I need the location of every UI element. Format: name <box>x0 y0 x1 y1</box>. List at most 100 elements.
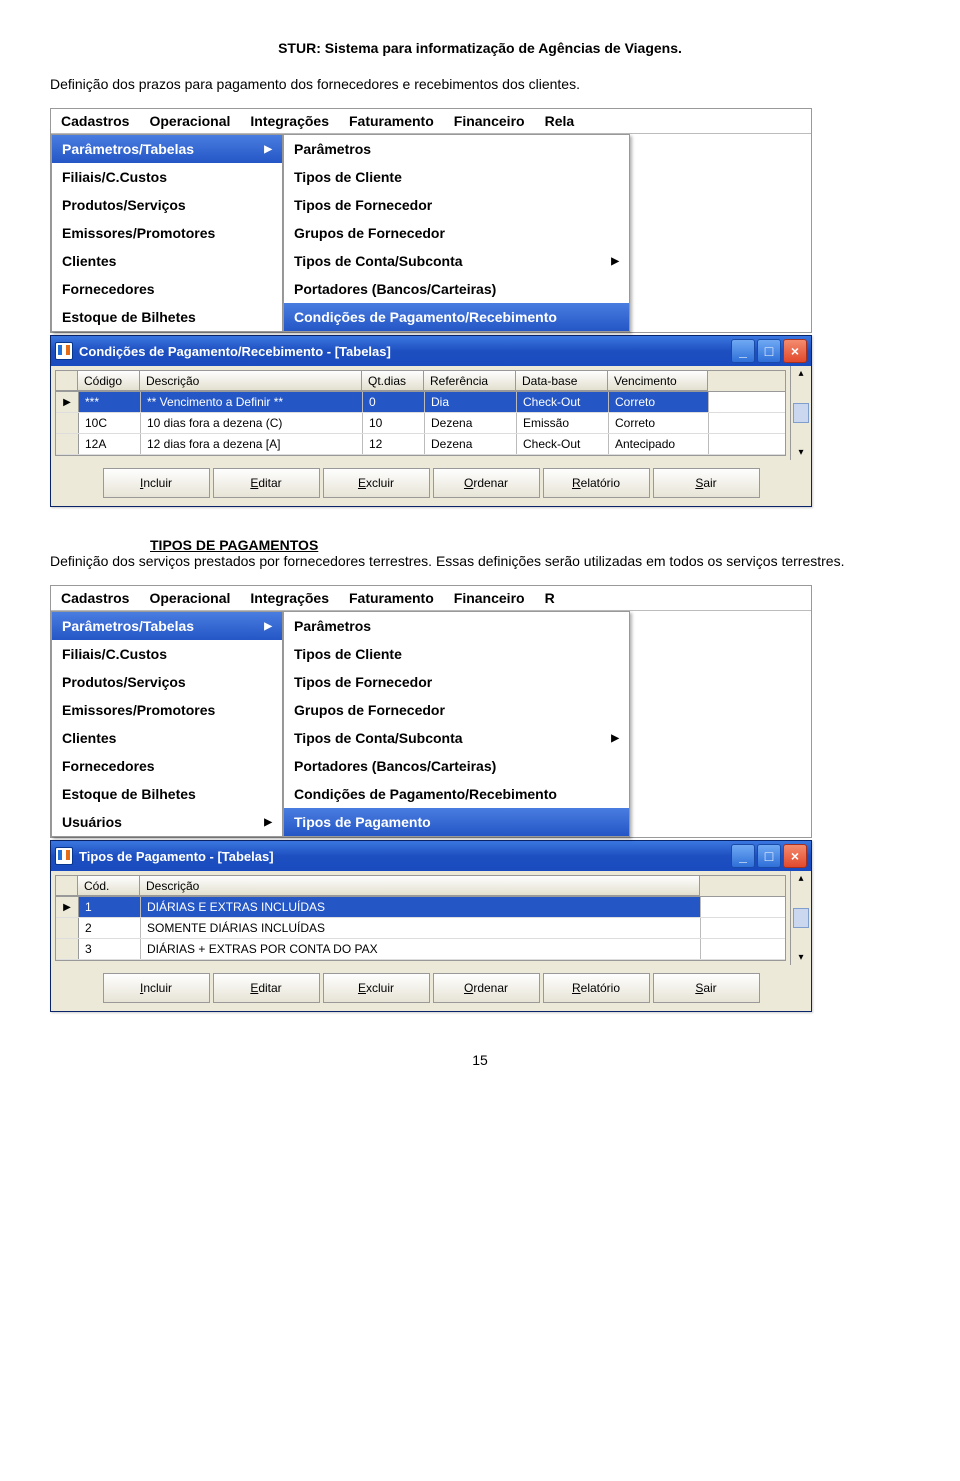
table-row[interactable]: 12A12 dias fora a dezena [A]12DezenaChec… <box>56 434 785 455</box>
incluir-button[interactable]: Incluir <box>103 468 210 498</box>
menubar-item[interactable]: Operacional <box>139 109 240 133</box>
menubar-1: CadastrosOperacionalIntegraçõesFaturamen… <box>51 109 811 134</box>
menubar-item[interactable]: Integrações <box>240 109 339 133</box>
menu-item[interactable]: Grupos de Fornecedor <box>284 696 629 724</box>
menu-item[interactable]: Produtos/Serviços <box>52 668 282 696</box>
cell: DIÁRIAS E EXTRAS INCLUÍDAS <box>141 897 701 917</box>
titlebar-1: Condições de Pagamento/Recebimento - [Ta… <box>51 336 811 366</box>
excluir-button[interactable]: Excluir <box>323 973 430 1003</box>
menu-item[interactable]: Filiais/C.Custos <box>52 163 282 191</box>
scrollbar[interactable]: ▴▾ <box>790 871 811 965</box>
menu-item[interactable]: Estoque de Bilhetes <box>52 303 282 331</box>
menu-item[interactable]: Parâmetros <box>284 135 629 163</box>
row-indicator-icon: ▶ <box>56 392 79 412</box>
menubar-item[interactable]: Faturamento <box>339 109 444 133</box>
column-header[interactable]: Data-base <box>516 371 608 391</box>
table-row[interactable]: ▶1DIÁRIAS E EXTRAS INCLUÍDAS <box>56 897 785 918</box>
table-row[interactable]: 2SOMENTE DIÁRIAS INCLUÍDAS <box>56 918 785 939</box>
table-row[interactable]: 3DIÁRIAS + EXTRAS POR CONTA DO PAX <box>56 939 785 960</box>
menu-item[interactable]: Estoque de Bilhetes <box>52 780 282 808</box>
menu1-left: Parâmetros/Tabelas▶Filiais/C.CustosProdu… <box>51 134 283 332</box>
minimize-button[interactable]: _ <box>731 339 755 363</box>
cell: 12A <box>79 434 141 454</box>
maximize-button[interactable]: □ <box>757 339 781 363</box>
menubar-item[interactable]: R <box>535 586 565 610</box>
menu-item[interactable]: Emissores/Promotores <box>52 219 282 247</box>
menu-item[interactable]: Grupos de Fornecedor <box>284 219 629 247</box>
paragraph-2: Definição dos serviços prestados por for… <box>50 553 910 569</box>
menubar-item[interactable]: Rela <box>535 109 585 133</box>
grid1-header: CódigoDescriçãoQt.diasReferênciaData-bas… <box>56 371 785 392</box>
column-header[interactable]: Vencimento <box>608 371 708 391</box>
page-number: 15 <box>50 1052 910 1068</box>
cell: Dezena <box>425 434 517 454</box>
cell: Correto <box>609 392 709 412</box>
ordenar-button[interactable]: Ordenar <box>433 973 540 1003</box>
menubar-item[interactable]: Faturamento <box>339 586 444 610</box>
menu-item[interactable]: Produtos/Serviços <box>52 191 282 219</box>
menu-item[interactable]: Tipos de Cliente <box>284 163 629 191</box>
menu-item[interactable]: Clientes <box>52 247 282 275</box>
menu-item[interactable]: Condições de Pagamento/Recebimento <box>284 303 629 331</box>
menu-item[interactable]: Emissores/Promotores <box>52 696 282 724</box>
row-indicator-icon <box>56 413 79 433</box>
menu-item[interactable]: Tipos de Fornecedor <box>284 191 629 219</box>
editar-button[interactable]: Editar <box>213 468 320 498</box>
menubar-item[interactable]: Financeiro <box>444 586 535 610</box>
menubar-item[interactable]: Operacional <box>139 586 240 610</box>
relatorio-button[interactable]: Relatório <box>543 973 650 1003</box>
column-header[interactable]: Descrição <box>140 371 362 391</box>
cell: 3 <box>79 939 141 959</box>
window-tipos-pagamento: Tipos de Pagamento - [Tabelas] _ □ × Cód… <box>50 840 812 1012</box>
menubar-item[interactable]: Financeiro <box>444 109 535 133</box>
cell: 12 <box>363 434 425 454</box>
cell: *** <box>79 392 141 412</box>
menu-item[interactable]: Portadores (Bancos/Carteiras) <box>284 275 629 303</box>
column-header[interactable]: Cód. <box>78 876 140 896</box>
cell: 1 <box>79 897 141 917</box>
close-button[interactable]: × <box>783 844 807 868</box>
sair-button[interactable]: Sair <box>653 973 760 1003</box>
maximize-button[interactable]: □ <box>757 844 781 868</box>
menu-item[interactable]: Parâmetros <box>284 612 629 640</box>
relatorio-button[interactable]: Relatório <box>543 468 650 498</box>
menu-item[interactable]: Tipos de Conta/Subconta▶ <box>284 247 629 275</box>
menu-item[interactable]: Fornecedores <box>52 752 282 780</box>
menu-item[interactable]: Portadores (Bancos/Carteiras) <box>284 752 629 780</box>
menu-item[interactable]: Usuários▶ <box>52 808 282 836</box>
menubar-item[interactable]: Integrações <box>240 586 339 610</box>
scrollbar[interactable]: ▴▾ <box>790 366 811 460</box>
menu-item[interactable]: Filiais/C.Custos <box>52 640 282 668</box>
column-header[interactable]: Referência <box>424 371 516 391</box>
cell: ** Vencimento a Definir ** <box>141 392 363 412</box>
cell: Dezena <box>425 413 517 433</box>
column-header[interactable]: Qt.dias <box>362 371 424 391</box>
menu-item[interactable]: Condições de Pagamento/Recebimento <box>284 780 629 808</box>
column-header[interactable]: Descrição <box>140 876 700 896</box>
close-button[interactable]: × <box>783 339 807 363</box>
menu-item[interactable]: Tipos de Fornecedor <box>284 668 629 696</box>
toolbar-2: IncluirEditarExcluirOrdenarRelatórioSair <box>51 965 811 1011</box>
menu-item[interactable]: Clientes <box>52 724 282 752</box>
menu-item[interactable]: Tipos de Cliente <box>284 640 629 668</box>
minimize-button[interactable]: _ <box>731 844 755 868</box>
menu-item[interactable]: Tipos de Conta/Subconta▶ <box>284 724 629 752</box>
table-row[interactable]: 10C10 dias fora a dezena (C)10DezenaEmis… <box>56 413 785 434</box>
excluir-button[interactable]: Excluir <box>323 468 430 498</box>
menu-item[interactable]: Fornecedores <box>52 275 282 303</box>
incluir-button[interactable]: Incluir <box>103 973 210 1003</box>
editar-button[interactable]: Editar <box>213 973 320 1003</box>
menu-item[interactable]: Tipos de Pagamento <box>284 808 629 836</box>
column-header[interactable]: Código <box>78 371 140 391</box>
menubar-item[interactable]: Cadastros <box>51 109 139 133</box>
submenu-arrow-icon: ▶ <box>611 733 619 744</box>
cell: Dia <box>425 392 517 412</box>
menu-item[interactable]: Parâmetros/Tabelas▶ <box>52 612 282 640</box>
ordenar-button[interactable]: Ordenar <box>433 468 540 498</box>
submenu-arrow-icon: ▶ <box>611 256 619 267</box>
menubar-item[interactable]: Cadastros <box>51 586 139 610</box>
sair-button[interactable]: Sair <box>653 468 760 498</box>
app-screenshot-2: CadastrosOperacionalIntegraçõesFaturamen… <box>50 585 812 838</box>
menu-item[interactable]: Parâmetros/Tabelas▶ <box>52 135 282 163</box>
table-row[interactable]: ▶***** Vencimento a Definir **0DiaCheck-… <box>56 392 785 413</box>
